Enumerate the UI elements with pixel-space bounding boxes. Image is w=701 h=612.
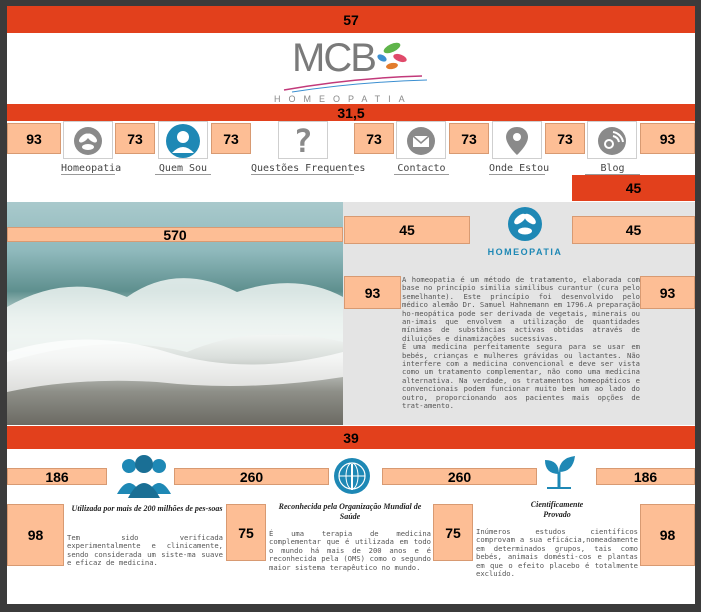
top-bar-label: 57	[343, 11, 359, 28]
intro-paragraphs: A homeopatia é um método de tratamento, …	[402, 275, 640, 411]
nav-icon-box	[63, 121, 113, 159]
spacer-label: 98	[659, 527, 676, 543]
features-spacer-186-right: 186	[596, 468, 695, 485]
homeopatia-logo-text: HOMEOPATIA	[487, 247, 563, 257]
user-icon	[166, 124, 200, 158]
spacer-label: 98	[27, 527, 44, 543]
leaf-cluster-icon	[377, 42, 407, 70]
feature-text: Inúmeros estudos científicos comprovam a…	[476, 527, 638, 579]
blog-icon	[598, 127, 626, 155]
sub-bar-label: 31,5	[337, 104, 365, 121]
features-spacer-75-right: 75	[433, 504, 473, 561]
nav-spacer-label: 73	[557, 130, 573, 147]
nav-spacer-label: 73	[366, 130, 382, 147]
brand-logo[interactable]: MCB HOMEOPATIA	[262, 34, 442, 106]
nav-item-label: Homeopatia	[61, 163, 122, 175]
feature-text: Tem sido verificada experimentalmente e …	[67, 533, 223, 568]
intro-spacer-93-right: 93	[640, 276, 695, 309]
nav-spacer: 73	[354, 123, 394, 154]
features-bar-label: 39	[343, 429, 359, 446]
feature-text: É uma terapia de medicina complementar q…	[269, 529, 431, 572]
spacer-label: 75	[445, 524, 461, 541]
nav-spacer-left: 93	[7, 123, 61, 154]
nav-spacer: 73	[545, 123, 585, 154]
sub-bar: 31,5	[7, 104, 695, 121]
hero-width-marker: 570	[7, 226, 343, 243]
features-bar: 39	[7, 426, 695, 449]
brand-subtitle: HOMEOPATIA	[274, 94, 413, 104]
nav-spacer-label: 93	[659, 130, 676, 147]
nav-spacer-right: 93	[640, 123, 695, 154]
nav-item-onde-estou[interactable]: Onde Estou	[489, 121, 550, 175]
nav-item-label: Blog	[585, 163, 640, 175]
features-spacer-186-left: 186	[7, 468, 107, 485]
spacer-label: 186	[633, 468, 658, 485]
nav-item-label: Onde Estou	[489, 163, 550, 175]
leaves-icon	[74, 127, 102, 155]
nav-item-label: Contacto	[394, 163, 449, 175]
feature-title: Reconhecida pela Organização Mundial de …	[278, 502, 422, 521]
nav-spacer: 73	[211, 123, 251, 154]
nav-icon-box	[396, 121, 446, 159]
spacer-label: 186	[45, 468, 69, 485]
features-spacer-75-left: 75	[226, 504, 266, 561]
location-pin-icon	[506, 127, 528, 155]
nav-item-questoes-frequentes[interactable]: ? Questões Frequentes	[251, 121, 366, 175]
intro-right-bar-label: 45	[625, 180, 642, 196]
nav-spacer-label: 73	[461, 130, 477, 147]
who-icon	[334, 458, 370, 494]
swoosh-icon	[283, 75, 428, 93]
nav-item-blog[interactable]: Blog	[585, 121, 640, 175]
intro-right-bar: 45	[572, 175, 695, 201]
homeopatia-logo-icon	[508, 207, 542, 241]
intro-spacer-45-right: 45	[572, 216, 695, 244]
intro-paragraph-1: A homeopatia é um método de tratamento, …	[402, 275, 640, 343]
nav-icon-box	[492, 121, 542, 159]
spacer-label: 260	[239, 468, 264, 485]
nav-spacer-label: 93	[26, 130, 42, 147]
spacer-label: 45	[399, 222, 415, 238]
nav-item-contacto[interactable]: Contacto	[394, 121, 449, 175]
features-spacer-98-right: 98	[640, 504, 695, 566]
spacer-label: 260	[447, 468, 472, 485]
features-spacer-260-right: 260	[382, 468, 537, 485]
spacer-label: 93	[364, 284, 381, 301]
feature-title: Cientificamente Provado	[530, 500, 584, 519]
spacer-label: 75	[238, 524, 254, 541]
nav-item-homeopatia[interactable]: Homeopatia	[61, 121, 122, 175]
spacer-label: 45	[625, 222, 642, 238]
hero-width-label: 570	[163, 226, 187, 243]
features-spacer-260-left: 260	[174, 468, 329, 485]
mail-icon	[407, 127, 435, 155]
nav-spacer: 73	[115, 123, 155, 154]
spacer-label: 93	[659, 284, 676, 301]
nav-item-label: Questões Frequentes	[251, 163, 366, 175]
page: 57 MCB HOMEOPATIA 31,5 93 73 73 73 73 73…	[7, 6, 695, 604]
nav-spacer-label: 73	[127, 130, 143, 147]
nav-icon-box	[158, 121, 208, 159]
question-icon: ?	[293, 122, 313, 160]
nav-spacer-label: 73	[223, 130, 239, 147]
nav-spacer: 73	[449, 123, 489, 154]
plant-icon	[545, 456, 575, 489]
people-icon	[117, 455, 171, 498]
nav-item-label: Quem Sou	[155, 163, 211, 175]
nav-icon-box	[587, 121, 637, 159]
intro-spacer-45-left: 45	[344, 216, 470, 244]
nav-icon-box: ?	[278, 121, 328, 160]
nav-item-quem-sou[interactable]: Quem Sou	[155, 121, 211, 175]
intro-paragraph-2: É uma medicina perfeitamente segura para…	[402, 342, 640, 411]
features-spacer-98-left: 98	[7, 504, 64, 566]
intro-spacer-93-left: 93	[344, 276, 401, 309]
homeopatia-logo: HOMEOPATIA	[485, 206, 565, 257]
feature-title: Utilizada por mais de 200 milhões de pes…	[71, 504, 223, 513]
top-bar: 57	[7, 6, 695, 33]
